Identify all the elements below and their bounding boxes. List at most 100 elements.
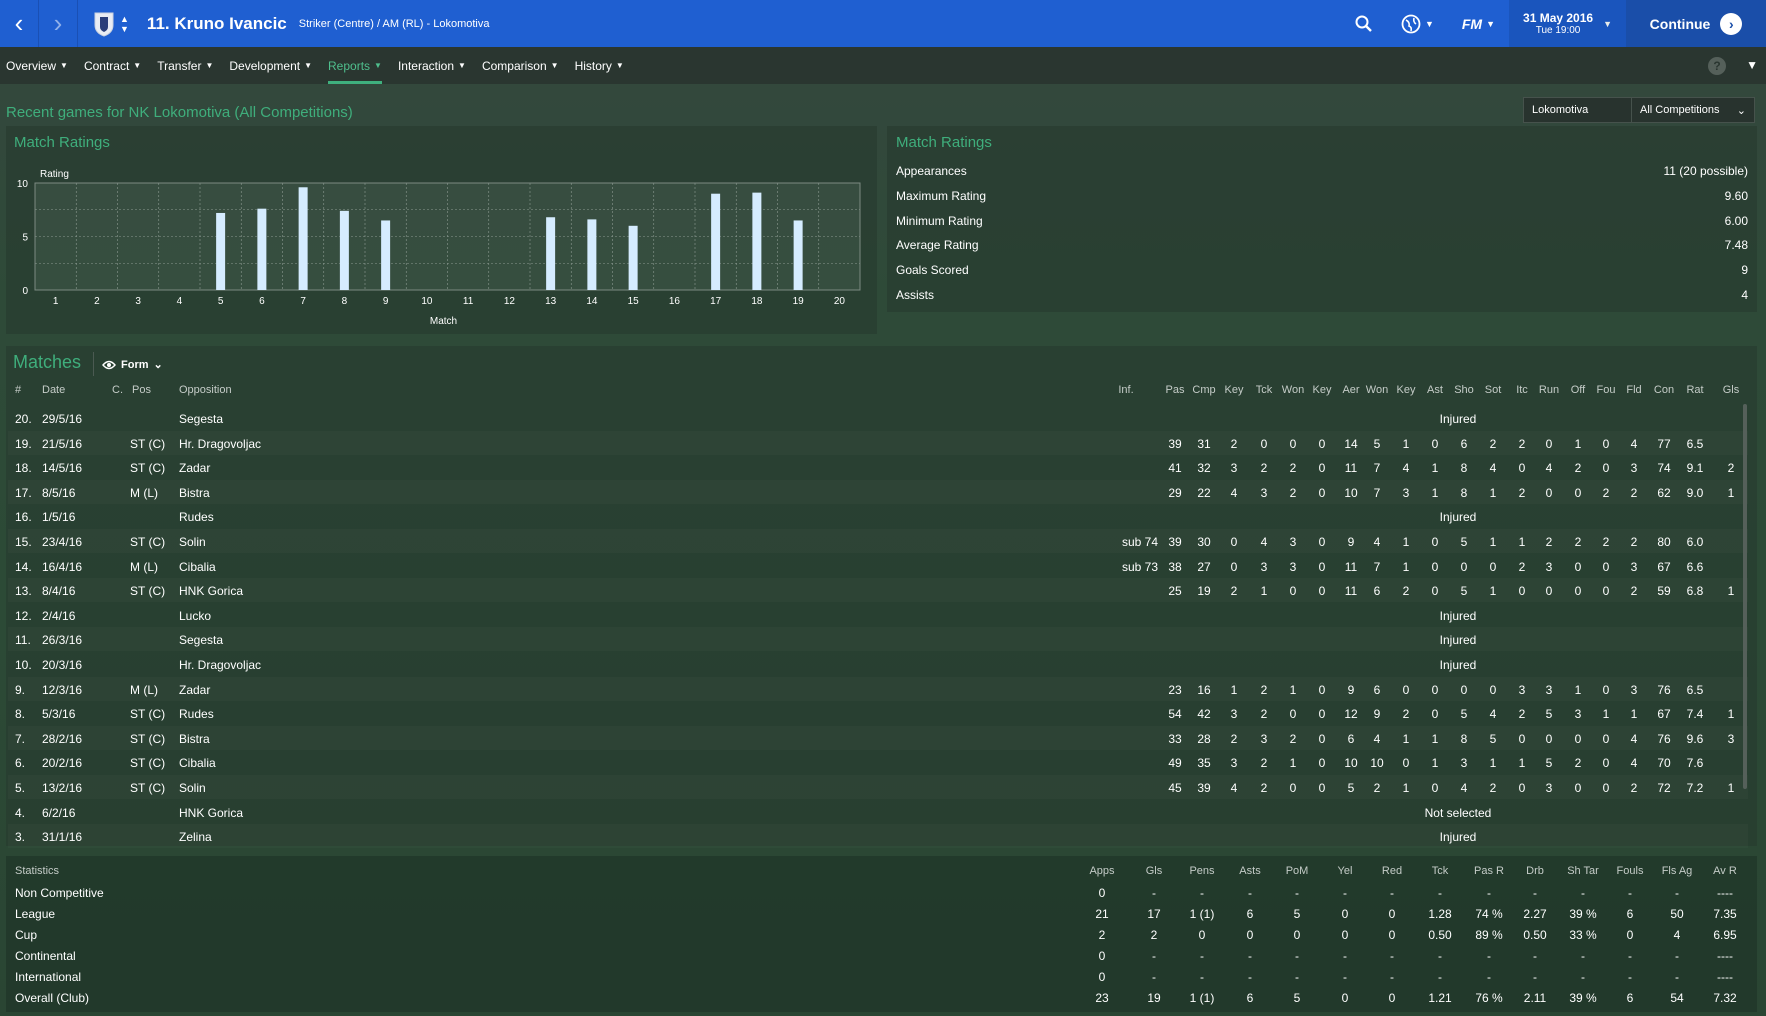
match-opposition[interactable]: Zadar	[179, 461, 210, 475]
table-row[interactable]: 3. 31/1/16 Zelina Injured	[8, 824, 1748, 848]
column-header[interactable]: Ast	[1420, 384, 1450, 396]
match-stat: 7	[1373, 559, 1381, 574]
table-row[interactable]: 18. 14/5/16 ST (C) Zadar 41 32 3 2 2 0 11 7 4 1 8 4 0 4 2 0…	[8, 455, 1748, 479]
table-row[interactable]: 4. 6/2/16 HNK Gorica Not selected	[8, 800, 1748, 824]
column-header[interactable]: Gls	[1716, 384, 1746, 396]
match-stat: 29	[1168, 485, 1182, 500]
stats-column-header[interactable]: Fls Ag	[1652, 865, 1702, 877]
column-header[interactable]: Pos	[132, 384, 151, 396]
match-opposition[interactable]: Segesta	[179, 633, 223, 647]
stats-column-header[interactable]: Apps	[1077, 865, 1127, 877]
table-row[interactable]: 9. 12/3/16 M (L) Zadar 23 16 1 2 1 0 9 6 0 0 0 0 3 3 1 0 3 76…	[8, 677, 1748, 701]
table-row[interactable]: 17. 8/5/16 M (L) Bistra 29 22 4 3 2 0 10 7 3 1 8 1 2 0 0 2 2…	[8, 480, 1748, 504]
match-opposition[interactable]: Bistra	[179, 486, 210, 500]
table-row[interactable]: 13. 8/4/16 ST (C) HNK Gorica 25 19 2 1 0 0 11 6 2 0 5 1…	[8, 578, 1748, 602]
match-opposition[interactable]: Segesta	[179, 412, 223, 426]
match-opposition[interactable]: Lucko	[179, 609, 211, 623]
table-row[interactable]: 11. 26/3/16 Segesta Injured	[8, 627, 1748, 651]
stats-column-header[interactable]: Red	[1367, 865, 1417, 877]
column-header[interactable]: Key	[1219, 384, 1249, 396]
column-header[interactable]: Won	[1362, 384, 1392, 396]
matches-scrollbar[interactable]	[1743, 404, 1747, 789]
match-opposition[interactable]: HNK Gorica	[179, 584, 243, 598]
summary-row: Maximum Rating 9.60	[896, 184, 1748, 208]
stats-column-header[interactable]: Drb	[1510, 865, 1560, 877]
match-stat: 0	[1431, 682, 1439, 697]
column-header[interactable]: Run	[1534, 384, 1564, 396]
match-stat: 0	[1602, 781, 1610, 795]
match-opposition[interactable]: Bistra	[179, 732, 210, 746]
table-row[interactable]: 19. 21/5/16 ST (C) Hr. Dragovoljac 39 31 2 0 0 0 1…	[8, 431, 1748, 455]
stats-value: 0.50	[1523, 928, 1547, 942]
match-opposition[interactable]: Rudes	[179, 510, 214, 524]
stats-column-header[interactable]: Yel	[1320, 865, 1370, 877]
match-stat: 0	[1489, 682, 1497, 697]
stats-column-header[interactable]: Gls	[1129, 865, 1179, 877]
match-opposition[interactable]: Cibalia	[179, 756, 216, 770]
rating-bar	[546, 217, 556, 290]
stats-column-header[interactable]: Pens	[1177, 865, 1227, 877]
column-header[interactable]: Won	[1278, 384, 1308, 396]
table-row[interactable]: 10. 20/3/16 Hr. Dragovoljac Injured	[8, 652, 1748, 676]
summary-value: 9	[1741, 263, 1748, 278]
stats-column-header[interactable]: Asts	[1225, 865, 1275, 877]
column-header[interactable]: Con	[1649, 384, 1679, 396]
match-stat: 6.6	[1686, 559, 1704, 574]
stats-column-header[interactable]: Fouls	[1605, 865, 1655, 877]
match-opposition[interactable]: HNK Gorica	[179, 806, 243, 820]
match-opposition[interactable]: Rudes	[179, 707, 214, 721]
table-row[interactable]: 8. 5/3/16 ST (C) Rudes 54 42 3 2 0 0 12 9 2 0 5 4 2 5 3 1 1 6…	[8, 701, 1748, 725]
column-header[interactable]: #	[15, 384, 21, 396]
column-header[interactable]: Key	[1307, 384, 1337, 396]
stats-column-header[interactable]: Sh Tar	[1558, 865, 1608, 877]
match-stat: 1	[1260, 584, 1268, 599]
match-opposition[interactable]: Zadar	[179, 683, 210, 697]
table-row[interactable]: 14. 16/4/16 M (L) Cibalia sub 73 38 27 0 3 3 0 11 7 1…	[8, 554, 1748, 578]
stats-value: 54	[1670, 991, 1684, 1005]
stats-value: 2	[1150, 928, 1158, 942]
column-header[interactable]: Fou	[1591, 384, 1621, 396]
table-row[interactable]: 20. 29/5/16 Segesta Injured	[8, 406, 1748, 430]
table-row[interactable]: 16. 1/5/16 Rudes Injured	[8, 504, 1748, 528]
column-header[interactable]: Opposition	[179, 384, 232, 396]
stats-column-header[interactable]: Pas R	[1464, 865, 1514, 877]
match-stat: 0	[1318, 485, 1326, 500]
match-opposition[interactable]: Zelina	[179, 830, 212, 844]
column-header[interactable]: Cmp	[1189, 384, 1219, 396]
table-row[interactable]: 12. 2/4/16 Lucko Injured	[8, 603, 1748, 627]
match-stat: 9.1	[1686, 461, 1704, 476]
column-header[interactable]: Pas	[1160, 384, 1190, 396]
stats-column-header[interactable]: PoM	[1272, 865, 1322, 877]
stats-column-header[interactable]: Av R	[1700, 865, 1750, 877]
view-selector[interactable]: Form ⌄	[102, 358, 163, 371]
column-header[interactable]: Date	[42, 384, 65, 396]
column-header[interactable]: Itc	[1507, 384, 1537, 396]
table-row[interactable]: 6. 20/2/16 ST (C) Cibalia 49 35 3 2 1 0 10 10 0 1 3 1 1 5…	[8, 750, 1748, 774]
column-header[interactable]: Rat	[1680, 384, 1710, 396]
table-row[interactable]: 15. 23/4/16 ST (C) Solin sub 74 39 30 0 4 3 0 9 4 1 0 5…	[8, 529, 1748, 553]
stats-value: 0	[1198, 928, 1206, 942]
match-stat: 2	[1518, 559, 1526, 574]
table-row[interactable]: 5. 13/2/16 ST (C) Solin 45 39 4 2 0 0 5 2 1 0 4 2 0 3 0 0 2 7…	[8, 775, 1748, 799]
column-header[interactable]: Sot	[1478, 384, 1508, 396]
column-header[interactable]: Fld	[1619, 384, 1649, 396]
match-opposition[interactable]: Cibalia	[179, 560, 216, 574]
column-header[interactable]: Key	[1391, 384, 1421, 396]
stats-column-header[interactable]: Tck	[1415, 865, 1465, 877]
summary-row: Minimum Rating 6.00	[896, 209, 1748, 233]
column-header[interactable]: C.	[112, 384, 123, 396]
table-row[interactable]: 7. 28/2/16 ST (C) Bistra 33 28 2 3 2 0 6 4 1 1 8 5 0 0 0 0 4…	[8, 726, 1748, 750]
match-stat: 0	[1602, 584, 1610, 599]
match-opposition[interactable]: Solin	[179, 535, 206, 549]
x-tick-label: 4	[177, 296, 183, 307]
column-header[interactable]: Off	[1563, 384, 1593, 396]
match-date: 13/2/16	[42, 781, 83, 795]
match-opposition[interactable]: Hr. Dragovoljac	[179, 437, 261, 451]
column-header[interactable]: Sho	[1449, 384, 1479, 396]
match-opposition[interactable]: Solin	[179, 781, 206, 795]
match-stat: 2	[1518, 436, 1526, 451]
match-opposition[interactable]: Hr. Dragovoljac	[179, 658, 261, 672]
stats-value: -	[1295, 886, 1299, 900]
column-header[interactable]: Inf.	[1106, 384, 1146, 396]
column-header[interactable]: Tck	[1249, 384, 1279, 396]
